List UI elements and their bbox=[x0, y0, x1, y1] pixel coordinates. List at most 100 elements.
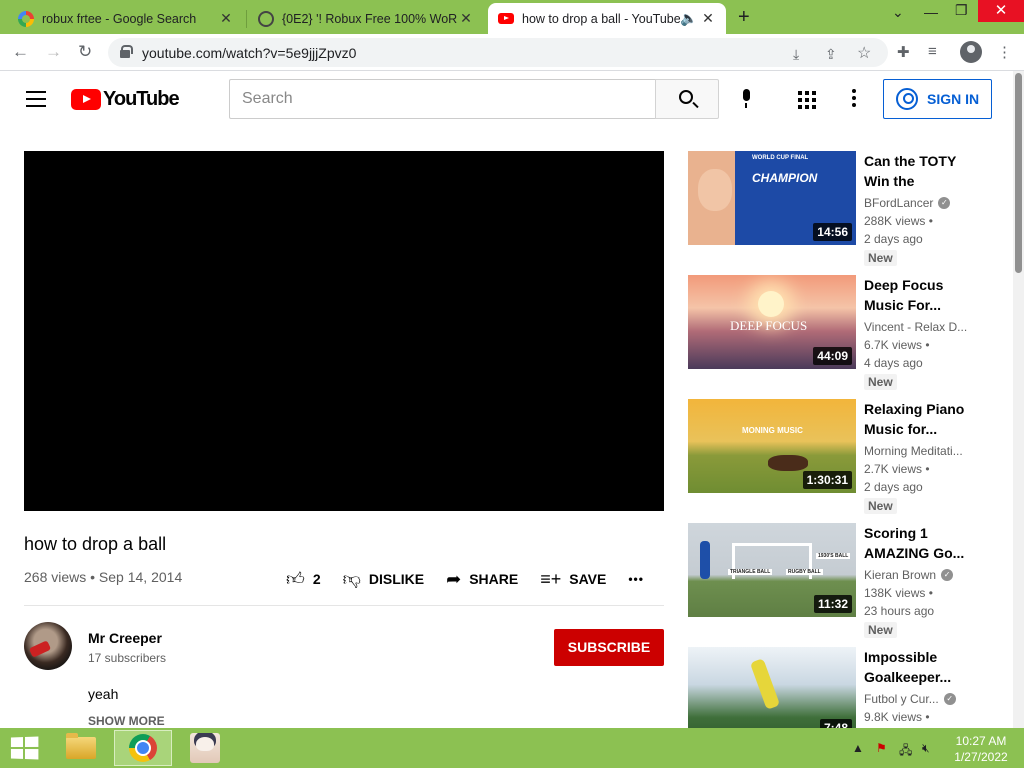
new-badge: New bbox=[864, 250, 897, 266]
recommended-video[interactable]: WORLD CUP FINAL CHAMPION 14:56 Can the T… bbox=[688, 151, 988, 266]
lock-icon[interactable] bbox=[120, 45, 133, 58]
video-thumbnail[interactable]: WORLD CUP FINAL CHAMPION 14:56 bbox=[688, 151, 856, 245]
folder-icon bbox=[66, 733, 96, 759]
dislike-button[interactable]: 👎︎ DISLIKE bbox=[343, 568, 425, 590]
profile-avatar-icon[interactable] bbox=[960, 41, 982, 63]
channel-name-text: Kieran Brown bbox=[864, 568, 937, 582]
recommended-video[interactable]: MONING MUSIC 1:30:31 Relaxing Piano Musi… bbox=[688, 399, 988, 514]
apps-grid-icon[interactable] bbox=[798, 91, 816, 109]
recommended-title[interactable]: Deep Focus Music For... bbox=[864, 275, 968, 315]
recommended-title[interactable]: Can the TOTY Win the World... bbox=[864, 151, 968, 191]
thumbnail-face bbox=[698, 169, 732, 211]
video-thumbnail[interactable]: MONING MUSIC 1:30:31 bbox=[688, 399, 856, 493]
voice-search-mic-icon[interactable] bbox=[740, 89, 752, 109]
recommended-title[interactable]: Scoring 1 AMAZING Go... bbox=[864, 523, 968, 563]
recommended-views: 9.8K views • bbox=[864, 710, 930, 724]
chrome-menu-icon[interactable]: ⋮ bbox=[997, 43, 1012, 61]
channel-name[interactable]: Mr Creeper bbox=[88, 630, 162, 646]
extensions-puzzle-icon[interactable]: ✚ bbox=[897, 43, 910, 61]
clock-time: 10:27 AM bbox=[955, 734, 1007, 748]
install-app-icon[interactable]: ⤓ bbox=[793, 46, 799, 63]
recommended-video[interactable]: DEEP FOCUS 44:09 Deep Focus Music For...… bbox=[688, 275, 988, 390]
save-button[interactable]: ≡+ SAVE bbox=[540, 569, 606, 590]
subscribe-button[interactable]: SUBSCRIBE bbox=[554, 629, 664, 666]
video-duration: 11:32 bbox=[813, 595, 852, 613]
subscriber-count: 17 subscribers bbox=[88, 651, 167, 665]
app-taskbar-button[interactable] bbox=[176, 730, 234, 766]
volume-muted-icon[interactable]: 🔇︎ bbox=[922, 741, 930, 756]
recommended-title[interactable]: Impossible Goalkeeper... bbox=[864, 647, 968, 687]
close-icon[interactable]: ✕ bbox=[700, 10, 716, 27]
recommended-channel[interactable]: Kieran Brown ✓ bbox=[864, 568, 968, 582]
thumbnail-text: CHAMPION bbox=[752, 171, 818, 185]
search-button[interactable] bbox=[655, 79, 719, 119]
back-arrow-icon[interactable]: ← bbox=[12, 42, 29, 62]
close-icon[interactable]: ✕ bbox=[218, 10, 234, 27]
recommended-channel[interactable]: Futbol y Cur... ✓ bbox=[864, 692, 968, 706]
share-label: SHARE bbox=[469, 571, 519, 587]
video-duration: 44:09 bbox=[813, 347, 852, 365]
share-page-icon[interactable]: ⇪ bbox=[825, 46, 837, 63]
recommended-video[interactable]: TRIANGLE BALL RUGBY BALL 1930'S BALL 11:… bbox=[688, 523, 988, 638]
recommended-channel[interactable]: Vincent - Relax D... bbox=[864, 320, 968, 334]
scrollbar-thumb[interactable] bbox=[1015, 73, 1022, 273]
sign-in-label: SIGN IN bbox=[927, 91, 980, 107]
minimize-icon[interactable]: — bbox=[924, 4, 938, 20]
tab-title: {0E2} '! Robux Free 100% WoRKiNg bbox=[282, 11, 458, 26]
dislike-label: DISLIKE bbox=[368, 571, 425, 587]
chrome-taskbar-button[interactable] bbox=[114, 730, 172, 766]
system-clock[interactable]: 10:27 AM 1/27/2022 bbox=[946, 733, 1016, 765]
tab-robux-page[interactable]: {0E2} '! Robux Free 100% WoRKiNg ✕ bbox=[248, 3, 484, 34]
network-icon[interactable]: 🖧︎ bbox=[899, 741, 912, 762]
settings-kebab-icon[interactable] bbox=[852, 89, 856, 110]
video-actions: 👍︎ 2 👎︎ DISLIKE ➦ SHARE ≡+ SAVE ••• bbox=[286, 568, 644, 590]
save-label: SAVE bbox=[569, 571, 607, 587]
more-actions-button[interactable]: ••• bbox=[628, 572, 644, 586]
video-duration: 1:30:31 bbox=[802, 471, 852, 489]
bookmark-star-icon[interactable]: ☆ bbox=[857, 43, 871, 63]
search-input[interactable] bbox=[230, 80, 656, 118]
page-scrollbar[interactable] bbox=[1013, 71, 1024, 728]
tab-search-chevron-icon[interactable]: ⌄ bbox=[892, 4, 904, 21]
tab-google-search[interactable]: robux frtee - Google Search ✕ bbox=[8, 3, 244, 34]
thumbs-down-icon: 👎︎ bbox=[342, 569, 361, 589]
media-queue-icon[interactable]: ≡ bbox=[928, 43, 937, 60]
browser-toolbar: ← → ↻ youtube.com/watch?v=5e9jjjZpvz0 ⤓ … bbox=[0, 34, 1024, 71]
windows-start-icon[interactable] bbox=[10, 736, 39, 760]
show-more-button[interactable]: SHOW MORE bbox=[88, 714, 165, 728]
tab-youtube[interactable]: how to drop a ball - YouTube 🔈 ✕ bbox=[488, 3, 726, 34]
video-duration: 7:48 bbox=[819, 719, 852, 728]
new-badge: New bbox=[864, 622, 897, 638]
show-hidden-icons-chevron-icon[interactable]: ▲ bbox=[852, 741, 864, 755]
video-player[interactable] bbox=[24, 151, 664, 511]
recommended-channel[interactable]: BFordLancer ✓ bbox=[864, 196, 968, 210]
close-icon[interactable]: ✕ bbox=[458, 10, 474, 27]
reload-icon[interactable]: ↻ bbox=[78, 42, 92, 62]
video-thumbnail[interactable]: 7:48 bbox=[688, 647, 856, 728]
youtube-logo[interactable]: YouTube bbox=[71, 88, 180, 111]
like-button[interactable]: 👍︎ 2 bbox=[286, 568, 321, 590]
action-center-flag-icon[interactable]: ⚑ bbox=[876, 741, 887, 755]
address-bar[interactable]: youtube.com/watch?v=5e9jjjZpvz0 ⤓ ⇪ ☆ bbox=[108, 38, 888, 67]
recommended-age: 2 days ago bbox=[864, 480, 923, 494]
window-close-button[interactable]: ✕ bbox=[978, 0, 1024, 22]
audio-playing-icon[interactable]: 🔈 bbox=[680, 10, 697, 27]
windows-taskbar: ▲ ⚑ 🖧︎ 🔇︎ 10:27 AM 1/27/2022 bbox=[0, 728, 1024, 768]
recommended-title[interactable]: Relaxing Piano Music for... bbox=[864, 399, 968, 439]
recommended-video[interactable]: 7:48 Impossible Goalkeeper... Futbol y C… bbox=[688, 647, 988, 728]
url-text[interactable]: youtube.com/watch?v=5e9jjjZpvz0 bbox=[142, 45, 356, 61]
restore-icon[interactable]: ❐ bbox=[955, 2, 968, 19]
video-thumbnail[interactable]: DEEP FOCUS 44:09 bbox=[688, 275, 856, 369]
thumbnail-sun bbox=[758, 291, 784, 317]
sign-in-button[interactable]: SIGN IN bbox=[883, 79, 992, 119]
new-tab-button[interactable]: + bbox=[738, 6, 750, 29]
playlist-add-icon: ≡+ bbox=[540, 568, 562, 589]
hamburger-menu-icon[interactable] bbox=[26, 91, 46, 107]
recommended-channel[interactable]: Morning Meditati... bbox=[864, 444, 968, 458]
recommended-views: 138K views • bbox=[864, 586, 933, 600]
channel-avatar[interactable] bbox=[24, 622, 72, 670]
video-thumbnail[interactable]: TRIANGLE BALL RUGBY BALL 1930'S BALL 11:… bbox=[688, 523, 856, 617]
file-explorer-button[interactable] bbox=[52, 730, 110, 766]
share-button[interactable]: ➦ SHARE bbox=[446, 569, 518, 590]
forward-arrow-icon[interactable]: → bbox=[45, 42, 62, 62]
